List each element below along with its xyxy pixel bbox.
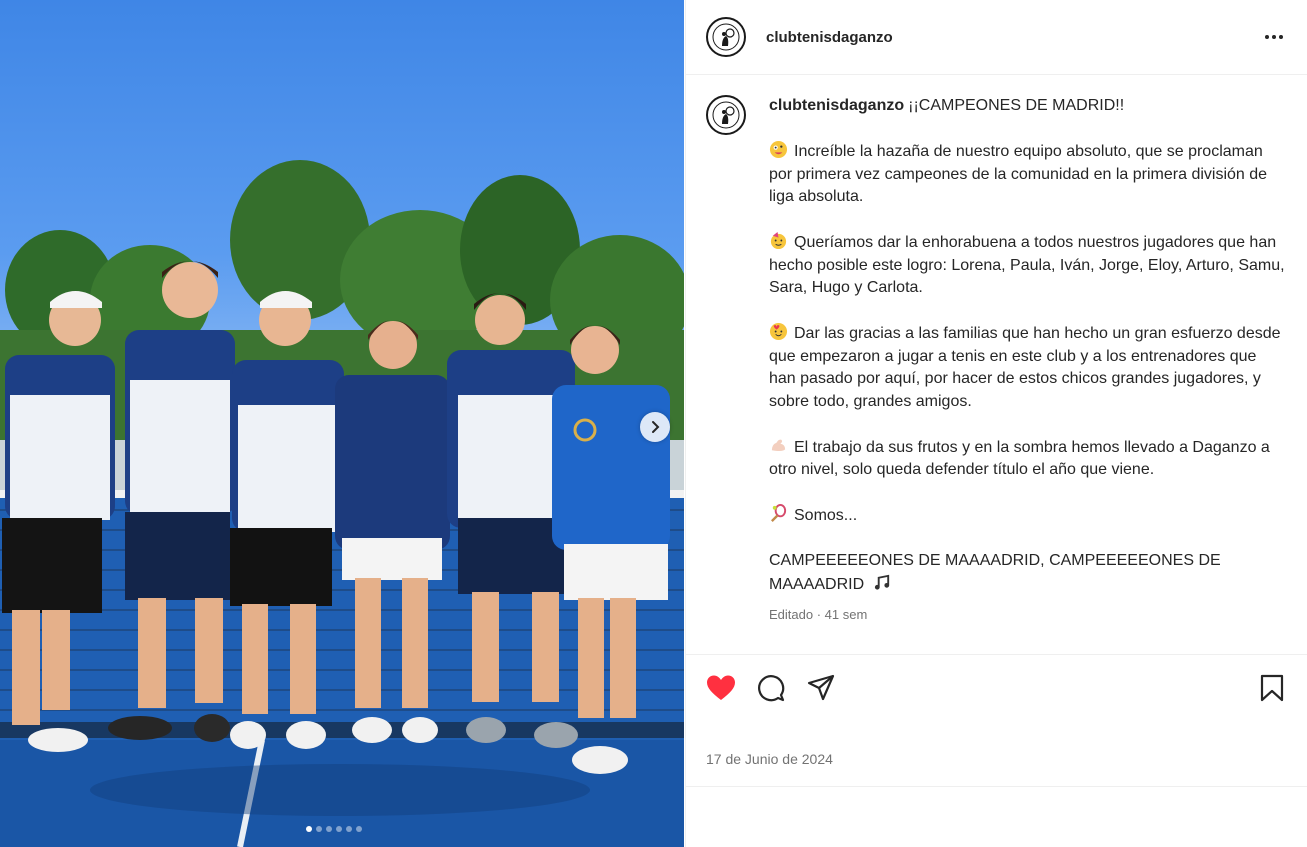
caption-paragraph: Dar las gracias a las familias que han h…	[769, 322, 1287, 413]
carousel-dot-active	[306, 826, 312, 832]
music-notes-icon	[874, 574, 889, 590]
post-date[interactable]: 17 de Junio de 2024	[686, 721, 1307, 767]
zany-face-icon	[769, 140, 788, 159]
carousel-dot	[326, 826, 332, 832]
post-caption: clubtenisdaganzo ¡¡CAMPEONES DE MADRID!! …	[706, 95, 1287, 627]
more-options-button[interactable]	[1265, 35, 1283, 39]
carousel-dot	[316, 826, 322, 832]
like-button[interactable]	[706, 673, 736, 703]
carousel-indicators	[306, 826, 362, 832]
more-options-icon	[1265, 35, 1269, 39]
bookmark-icon	[1260, 674, 1284, 702]
heart-icon	[707, 675, 735, 700]
header-username[interactable]: clubtenisdaganzo	[766, 29, 893, 46]
post-photo[interactable]	[0, 0, 684, 847]
chevron-right-icon	[652, 421, 660, 433]
carousel-dot	[346, 826, 352, 832]
caption-title: ¡¡CAMPEONES DE MADRID!!	[908, 97, 1125, 114]
comment-icon	[758, 675, 785, 702]
carousel-dot	[336, 826, 342, 832]
caption-username[interactable]: clubtenisdaganzo	[769, 97, 904, 114]
caption-paragraph: El trabajo da sus frutos y en la sombra …	[769, 436, 1287, 482]
team-photo-image	[0, 160, 684, 847]
party-face-icon	[770, 231, 787, 250]
caption-paragraph: Somos...	[769, 504, 1287, 528]
carousel-dot	[356, 826, 362, 832]
caption-paragraph: CAMPEEEEEONES DE MAAAADRID, CAMPEEEEEONE…	[769, 552, 1221, 593]
avatar[interactable]	[706, 17, 746, 57]
divider	[686, 786, 1307, 787]
tennis-racket-icon	[771, 504, 787, 522]
action-bar	[686, 655, 1307, 721]
next-slide-button[interactable]	[640, 412, 670, 442]
post-header: clubtenisdaganzo	[686, 0, 1307, 75]
club-logo-icon	[712, 23, 740, 51]
caption-text: clubtenisdaganzo ¡¡CAMPEONES DE MADRID!! …	[769, 95, 1287, 627]
caption-paragraph: Increíble la hazaña de nuestro equipo ab…	[769, 140, 1287, 209]
hearts-face-icon	[769, 322, 788, 341]
club-logo-icon	[712, 101, 740, 129]
save-button[interactable]	[1257, 673, 1287, 703]
caption-avatar[interactable]	[706, 95, 746, 135]
comment-button[interactable]	[756, 673, 786, 703]
post-actions-section: 17 de Junio de 2024	[686, 654, 1307, 767]
flexed-biceps-icon	[771, 439, 786, 451]
caption-paragraph: Queríamos dar la enhorabuena a todos nue…	[769, 231, 1287, 300]
share-button[interactable]	[806, 673, 836, 703]
post-meta: Editado · 41 sem	[769, 607, 868, 622]
share-icon	[807, 674, 835, 701]
post-side-panel: clubtenisdaganzo clubtenisdaganzo ¡¡CAMPE…	[685, 0, 1307, 847]
